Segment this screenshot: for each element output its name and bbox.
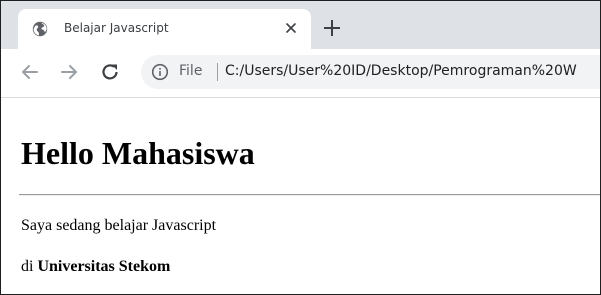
- page-content: Hello Mahasiswa Saya sedang belajar Java…: [1, 98, 600, 294]
- university-name: Universitas Stekom: [37, 258, 171, 275]
- reload-icon[interactable]: [99, 61, 121, 83]
- address-bar[interactable]: File C:/Users/User%20ID/Desktop/Pemrogra…: [141, 55, 600, 89]
- paragraph-university-prefix: di: [21, 258, 38, 275]
- forward-arrow-icon[interactable]: [58, 61, 80, 83]
- close-icon[interactable]: [282, 19, 300, 37]
- globe-icon: [32, 21, 48, 37]
- tab-belajar-javascript[interactable]: Belajar Javascript: [18, 9, 311, 49]
- paragraph-university: di Universitas Stekom: [21, 258, 170, 276]
- file-scheme-label: File: [179, 63, 203, 79]
- browser-window: Belajar Javascript File C:/Users/User%20…: [0, 0, 601, 295]
- browser-toolbar: File C:/Users/User%20ID/Desktop/Pemrogra…: [1, 49, 600, 98]
- info-icon[interactable]: [151, 63, 169, 81]
- plus-icon[interactable]: [321, 17, 343, 39]
- page-heading: Hello Mahasiswa: [21, 135, 255, 171]
- paragraph-learning: Saya sedang belajar Javascript: [21, 217, 217, 234]
- tab-title: Belajar Javascript: [64, 21, 169, 35]
- url-text[interactable]: C:/Users/User%20ID/Desktop/Pemrograman%2…: [225, 63, 577, 79]
- horizontal-rule: [19, 194, 600, 196]
- tab-strip: Belajar Javascript: [1, 1, 600, 49]
- back-arrow-icon[interactable]: [19, 61, 41, 83]
- address-separator: [217, 63, 218, 81]
